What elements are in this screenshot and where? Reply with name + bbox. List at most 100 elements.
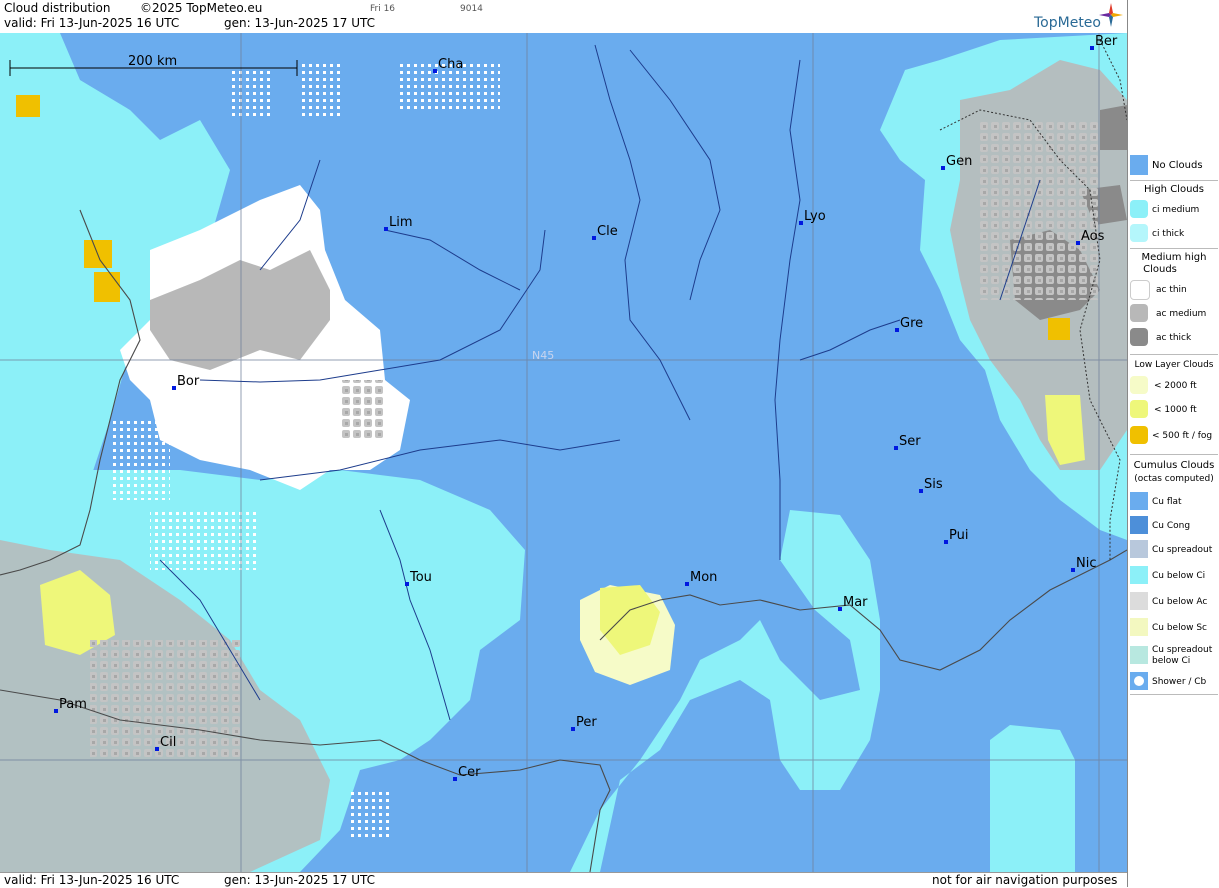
- legend-label-shower: Shower / Cb: [1152, 677, 1207, 687]
- legend-panel: No Clouds High Clouds ci medium ci thick…: [1127, 0, 1219, 887]
- legend-heading-high: High Clouds: [1144, 184, 1204, 195]
- disclaimer: not for air navigation purposes: [932, 873, 1118, 887]
- city-marker: [172, 386, 176, 390]
- city-label: Gre: [900, 316, 923, 331]
- legend-label-cu-cong: Cu Cong: [1152, 521, 1191, 531]
- legend-swatch-cu-below-ac: [1130, 592, 1148, 610]
- legend-label-low-1000: < 1000 ft: [1154, 405, 1197, 415]
- cirrus-region-southeast: [990, 725, 1075, 872]
- city-marker: [433, 69, 437, 73]
- footer-bar: valid: Fri 13-Jun-2025 16 UTC gen: 13-Ju…: [0, 872, 1127, 888]
- city-marker: [944, 540, 948, 544]
- city-label: Mon: [690, 570, 717, 585]
- cu-below-ac-patch: [340, 380, 385, 440]
- legend-heading-low: Low Layer Clouds: [1134, 360, 1214, 370]
- legend-heading-cumulus: Cumulus Clouds: [1133, 460, 1215, 471]
- city-label: Aos: [1081, 229, 1105, 244]
- city-label: Cer: [458, 765, 481, 780]
- legend-swatch-low-2000: [1130, 376, 1148, 394]
- legend-label-ac-medium: ac medium: [1156, 309, 1207, 319]
- city-label: Bor: [177, 374, 200, 389]
- compass-star-icon: [1099, 3, 1123, 27]
- city-label: Cle: [597, 224, 618, 239]
- legend-swatch-ac-thick: [1130, 328, 1148, 346]
- city-marker: [1071, 568, 1075, 572]
- scale-label: 200 km: [128, 54, 177, 69]
- city-marker: [384, 227, 388, 231]
- city-label: Nic: [1076, 556, 1096, 571]
- legend-swatch-no-clouds: [1130, 155, 1148, 175]
- legend-divider: [1130, 694, 1218, 695]
- legend-label-cu-below-ci: Cu below Ci: [1152, 571, 1206, 581]
- city-marker: [799, 221, 803, 225]
- legend-label-no-clouds: No Clouds: [1152, 160, 1203, 171]
- header-bar: Cloud distribution ©2025 TopMeteo.eu Fri…: [0, 0, 1127, 32]
- generated-time: gen: 13-Jun-2025 17 UTC: [224, 16, 376, 30]
- city-marker: [155, 747, 159, 751]
- legend-label-cu-spreadout: Cu spreadout: [1152, 545, 1213, 555]
- city-label: Pam: [59, 697, 87, 712]
- legend-swatch-shower: [1130, 672, 1148, 690]
- legend-swatch-cu-spreadout: [1130, 540, 1148, 558]
- city-label: Cha: [438, 57, 463, 72]
- city-marker: [1090, 46, 1094, 50]
- cu-below-ac-patch: [110, 420, 170, 500]
- legend-swatch-low-500: [1130, 426, 1148, 444]
- fog-patch: [1048, 318, 1070, 340]
- city-marker: [54, 709, 58, 713]
- city-label: Per: [576, 715, 597, 730]
- city-marker: [941, 166, 945, 170]
- city-label: Tou: [409, 570, 432, 585]
- city-marker: [895, 328, 899, 332]
- legend-swatch-cu-spreadout-below-ci: [1130, 646, 1148, 664]
- city-label: Sis: [924, 477, 943, 492]
- valid-time: valid: Fri 13-Jun-2025 16 UTC: [4, 16, 180, 30]
- city-marker: [838, 607, 842, 611]
- legend-label-ci-thick: ci thick: [1152, 229, 1185, 239]
- legend-subheading-cumulus: (octas computed): [1134, 474, 1214, 484]
- legend-divider: [1130, 454, 1218, 455]
- footer-valid-time: valid: Fri 13-Jun-2025 16 UTC: [4, 873, 180, 887]
- city-label: Ber: [1095, 34, 1118, 49]
- cu-below-ac-patch: [300, 60, 340, 120]
- legend-divider: [1130, 354, 1218, 355]
- city-label: Lim: [389, 215, 413, 230]
- city-marker: [405, 582, 409, 586]
- day-marker: Fri 16: [370, 4, 396, 14]
- legend-divider: [1130, 248, 1218, 249]
- legend-swatch-cu-below-ci: [1130, 566, 1148, 584]
- city-label: Pui: [949, 528, 968, 543]
- legend-label-low-500: < 500 ft / fog: [1152, 431, 1213, 441]
- legend-swatch-ac-medium: [1130, 304, 1148, 322]
- legend-heading-medium-2: Clouds: [1143, 264, 1177, 275]
- city-label: Mar: [843, 595, 868, 610]
- legend-swatch-low-1000: [1130, 400, 1148, 418]
- legend-swatch-cu-cong: [1130, 516, 1148, 534]
- code-label: 9014: [460, 4, 483, 14]
- city-marker: [453, 777, 457, 781]
- legend-heading-medium-1: Medium high: [1141, 252, 1207, 263]
- copyright: ©2025 TopMeteo.eu: [140, 1, 263, 15]
- map-canvas: 200 km N45 Cha Lim Cle Lyo Gen Ber Aos Gre Bor Se…: [0, 33, 1127, 872]
- fog-patch: [94, 272, 120, 302]
- brand-logo-text: TopMeteo: [1034, 15, 1101, 31]
- cu-below-ac-patch: [230, 70, 270, 120]
- map-title: Cloud distribution: [4, 1, 111, 15]
- city-label: Gen: [946, 154, 972, 169]
- city-label: Ser: [899, 434, 921, 449]
- cu-below-ac-patch: [350, 790, 390, 840]
- city-label: Lyo: [804, 209, 826, 224]
- city-marker: [894, 446, 898, 450]
- city-marker: [571, 727, 575, 731]
- legend-label-cu-flat: Cu flat: [1152, 497, 1182, 507]
- legend-label-cu-below-sc: Cu below Sc: [1152, 623, 1207, 633]
- footer-generated-time: gen: 13-Jun-2025 17 UTC: [224, 873, 376, 887]
- legend-label-cu-spreadout-below-ci-2: below Ci: [1152, 656, 1191, 666]
- legend-label-low-2000: < 2000 ft: [1154, 381, 1197, 391]
- city-label: Cil: [160, 735, 176, 750]
- cloud-map[interactable]: 200 km N45 Cha Lim Cle Lyo Gen Ber Aos Gre Bor Se…: [0, 33, 1127, 872]
- legend-swatch-cu-flat: [1130, 492, 1148, 510]
- city-marker: [1076, 241, 1080, 245]
- cu-below-ac-patch: [150, 510, 260, 570]
- cu-below-ac-patch: [980, 120, 1100, 300]
